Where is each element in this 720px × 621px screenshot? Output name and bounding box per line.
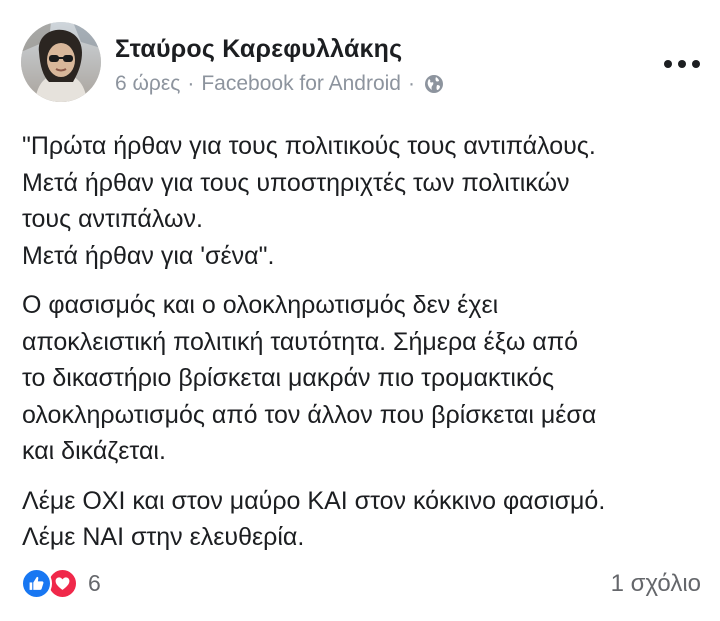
text-line: τους αντιπάλων. bbox=[22, 205, 203, 233]
post-source: Facebook for Android bbox=[201, 72, 401, 95]
meta-separator: · bbox=[187, 72, 195, 95]
like-icon bbox=[21, 568, 52, 599]
text-line: Μετά ήρθαν για τους υποστηριχτές των πολ… bbox=[22, 168, 570, 197]
author-name[interactable]: Σταύρος Καρεφυλλάκης bbox=[115, 35, 402, 64]
post-paragraph: "Πρώτα ήρθαν για τους πολιτικούς τους αν… bbox=[22, 128, 707, 274]
more-options-icon[interactable] bbox=[660, 56, 704, 72]
comments-count-link[interactable]: 1 σχόλιο bbox=[611, 570, 701, 598]
text-line: και δικάζεται. bbox=[22, 437, 166, 465]
text-line: Λέμε ΟΧΙ και στον μαύρο ΚΑΙ στον κόκκινο… bbox=[22, 486, 606, 515]
text-line: το δικαστήριο βρίσκεται μακράν πιο τρομα… bbox=[22, 364, 555, 392]
globe-icon bbox=[424, 74, 444, 94]
post-footer: 6 1 σχόλιο bbox=[21, 564, 701, 604]
text-line: ολοκληρωτισμός από τον άλλον που βρίσκετ… bbox=[22, 400, 597, 429]
post-paragraph: Ο φασισμός και ο ολοκληρωτισμός δεν έχει… bbox=[22, 287, 707, 470]
text-line: Ο φασισμός και ο ολοκληρωτισμός δεν έχει bbox=[22, 291, 499, 319]
post-body: "Πρώτα ήρθαν για τους πολιτικούς τους αν… bbox=[22, 128, 707, 569]
post-paragraph: Λέμε ΟΧΙ και στον μαύρο ΚΑΙ στον κόκκινο… bbox=[22, 483, 707, 556]
reactions-summary[interactable]: 6 bbox=[21, 568, 101, 599]
meta-separator: · bbox=[407, 72, 415, 95]
text-line: Λέμε ΝΑΙ στην ελευθερία. bbox=[22, 523, 305, 551]
avatar[interactable] bbox=[21, 22, 101, 102]
text-line: αποκλειστική πολιτική ταυτότητα. Σήμερα … bbox=[22, 327, 578, 356]
facebook-post: Σταύρος Καρεφυλλάκης 6 ώρες · Facebook f… bbox=[0, 0, 720, 621]
post-meta: 6 ώρες · Facebook for Android · bbox=[115, 72, 444, 96]
text-line: "Πρώτα ήρθαν για τους πολιτικούς τους αν… bbox=[22, 132, 596, 160]
text-line: Μετά ήρθαν για 'σένα". bbox=[22, 241, 275, 270]
avatar-photo bbox=[21, 22, 101, 102]
reaction-count: 6 bbox=[88, 570, 101, 596]
post-time[interactable]: 6 ώρες bbox=[115, 72, 180, 96]
post-header: Σταύρος Καρεφυλλάκης 6 ώρες · Facebook f… bbox=[21, 22, 701, 104]
